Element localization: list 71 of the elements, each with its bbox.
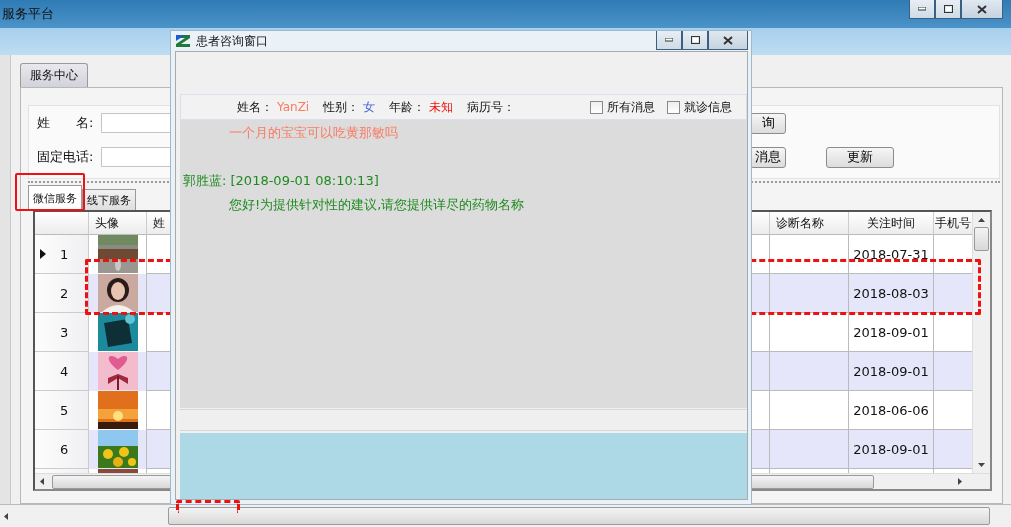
highlight-frame	[15, 173, 85, 211]
action-button[interactable]: 消息	[750, 146, 786, 168]
message-input[interactable]	[180, 433, 747, 499]
row-header[interactable]: 6	[35, 430, 89, 469]
column-header: 头像	[89, 212, 147, 235]
patient-message: 一个月的宝宝可以吃黄那敏吗	[228, 124, 399, 142]
row-number: 6	[60, 441, 69, 457]
close-icon	[723, 35, 733, 45]
scroll-right-icon	[958, 478, 962, 485]
close-button[interactable]	[708, 31, 748, 50]
message-header: 郭胜蓝: [2018-09-01 08:10:13]	[183, 172, 380, 190]
tab[interactable]: 微信服务	[28, 185, 82, 210]
scroll-thumb[interactable]	[974, 227, 989, 251]
scroll-down-icon	[978, 463, 985, 467]
info-value: 未知	[429, 98, 454, 116]
info-label: 性别：	[323, 98, 360, 116]
horizontal-scrollbar[interactable]	[0, 504, 1011, 527]
info-label: 年龄：	[389, 98, 426, 116]
close-icon	[977, 4, 987, 14]
checkbox-label: 就诊信息	[684, 98, 732, 116]
column-header: 诊断名称	[770, 212, 849, 235]
row-number: 4	[60, 363, 69, 379]
action-button[interactable]: 询	[750, 112, 786, 134]
window-title: 服务平台	[2, 5, 54, 23]
field-label: 固定电话:	[37, 148, 95, 166]
row-header[interactable]: 4	[35, 352, 89, 391]
row-header[interactable]: 1	[35, 235, 89, 274]
maximize-button[interactable]	[935, 0, 961, 19]
row-number: 2	[60, 285, 69, 301]
action-button[interactable]: 更新	[826, 146, 894, 168]
minimize-button[interactable]	[656, 31, 682, 50]
row-header[interactable]: 5	[35, 391, 89, 430]
column-header: 关注时间	[849, 212, 934, 235]
maximize-button[interactable]	[682, 31, 708, 50]
follow-date: 2018-07-31	[853, 246, 929, 262]
tab[interactable]: 线下服务	[82, 189, 136, 210]
tab[interactable]: 服务中心	[20, 63, 88, 87]
maximize-icon	[690, 36, 700, 44]
follow-date: 2018-08-03	[853, 285, 929, 301]
minimize-icon	[665, 38, 673, 42]
info-value: YanZi	[277, 100, 310, 114]
checkbox[interactable]	[667, 100, 680, 114]
row-number: 3	[60, 324, 69, 340]
info-label: 病历号：	[467, 98, 516, 116]
scroll-left-icon	[4, 512, 8, 520]
checkbox-label: 所有消息	[607, 98, 655, 116]
close-button[interactable]	[961, 0, 1003, 19]
row-number: 1	[60, 246, 69, 262]
scroll-left-icon	[40, 478, 44, 485]
checkbox[interactable]	[590, 100, 603, 114]
info-label: 姓名：	[237, 98, 273, 116]
row-number: 5	[60, 402, 69, 418]
scroll-up-icon	[978, 218, 985, 222]
follow-date: 2018-09-01	[853, 324, 929, 340]
dialog-title: 患者咨询窗口	[196, 32, 268, 50]
scroll-thumb[interactable]	[168, 507, 990, 525]
vertical-scrollbar[interactable]	[972, 212, 990, 473]
minimize-icon	[918, 7, 926, 11]
info-value: 女	[363, 98, 376, 116]
maximize-icon	[943, 5, 953, 13]
highlight-frame	[176, 500, 240, 513]
column-header	[35, 212, 89, 235]
row-header[interactable]: 3	[35, 313, 89, 352]
follow-date: 2018-09-01	[853, 363, 929, 379]
follow-date: 2018-09-01	[853, 441, 929, 457]
app-logo-icon	[176, 35, 190, 47]
doctor-message: 您好!为提供针对性的建议,请您提供详尽的药物名称	[228, 196, 526, 214]
field-label: 姓 名:	[37, 114, 95, 132]
follow-date: 2018-06-06	[853, 402, 929, 418]
row-header[interactable]: 2	[35, 274, 89, 313]
minimize-button[interactable]	[909, 0, 935, 19]
